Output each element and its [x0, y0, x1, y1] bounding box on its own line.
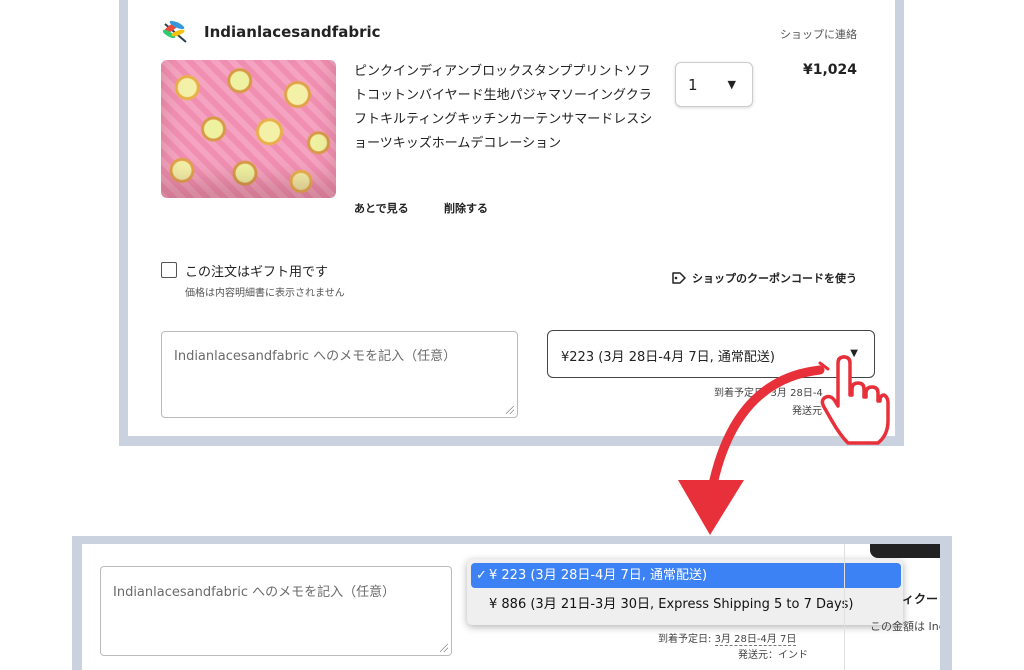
side-panel-heading: ィクー — [902, 592, 939, 606]
gift-checkbox[interactable] — [161, 262, 177, 278]
memo-textarea[interactable]: Indianlacesandfabric へのメモを記入（任意） — [100, 566, 452, 656]
gift-checkbox-label[interactable]: この注文はギフト用です — [185, 261, 328, 280]
shop-name[interactable]: Indianlacesandfabric — [204, 23, 381, 41]
delete-button[interactable]: 削除する — [444, 200, 488, 216]
coupon-link-label: ショップのクーポンコードを使う — [692, 272, 857, 285]
side-panel-text: この金額は Ind — [870, 620, 940, 633]
shipping-option-label: ¥ 223 (3月 28日-4月 7日, 通常配送) — [489, 568, 708, 583]
memo-placeholder: Indianlacesandfabric へのメモを記入（任意） — [113, 585, 396, 600]
expanded-shipping-card: Indianlacesandfabric へのメモを記入（任意） ✓ ¥ 223… — [82, 544, 940, 670]
quantity-value: 1 — [688, 76, 698, 94]
caret-down-icon: ▼ — [727, 78, 736, 91]
save-for-later-button[interactable]: あとで見る — [354, 200, 409, 216]
shipping-option-label: ¥ 886 (3月 21日-3月 30日, Express Shipping 5… — [489, 597, 854, 612]
contact-shop-link[interactable]: ショップに連絡 — [780, 26, 857, 42]
product-image[interactable] — [161, 60, 336, 198]
bottom-screenshot-frame: Indianlacesandfabric へのメモを記入（任意） ✓ ¥ 223… — [72, 536, 952, 670]
resize-handle-icon[interactable] — [506, 406, 514, 414]
quantity-select[interactable]: 1 ▼ — [675, 62, 753, 107]
arrival-estimate: 到着予定日: 3月 28日-4月 7日 — [658, 630, 797, 646]
ship-origin: 発送元：インド — [738, 650, 808, 661]
side-panel-divider — [844, 544, 845, 670]
item-price: ¥1,024 — [802, 62, 857, 78]
gift-note: 価格は内容明細書に表示されません — [185, 288, 345, 299]
resize-handle-icon[interactable] — [440, 644, 448, 652]
checkout-button-partial[interactable] — [870, 544, 940, 558]
dragonfly-logo-icon — [162, 20, 187, 43]
memo-textarea[interactable]: Indianlacesandfabric へのメモを記入（任意） — [161, 331, 518, 418]
product-title[interactable]: ピンクインディアンブロックスタンププリントソフトコットンバイヤード生地パジャマソ… — [354, 60, 656, 156]
shipping-option-express[interactable]: ¥ 886 (3月 21日-3月 30日, Express Shipping 5… — [471, 592, 901, 617]
memo-placeholder: Indianlacesandfabric へのメモを記入（任意） — [174, 349, 457, 364]
tag-icon — [672, 272, 686, 284]
arrival-dates[interactable]: 3月 28日-4月 7日 — [714, 634, 797, 646]
arrival-label: 到着予定日: — [658, 634, 712, 645]
shipping-dropdown-menu: ✓ ¥ 223 (3月 28日-4月 7日, 通常配送) ¥ 886 (3月 2… — [467, 559, 903, 625]
checkmark-icon: ✓ — [476, 568, 487, 583]
shipping-option-standard[interactable]: ✓ ¥ 223 (3月 28日-4月 7日, 通常配送) — [471, 563, 901, 588]
curved-arrow-icon — [678, 365, 825, 535]
coupon-link[interactable]: ショップのクーポンコードを使う — [671, 270, 857, 286]
